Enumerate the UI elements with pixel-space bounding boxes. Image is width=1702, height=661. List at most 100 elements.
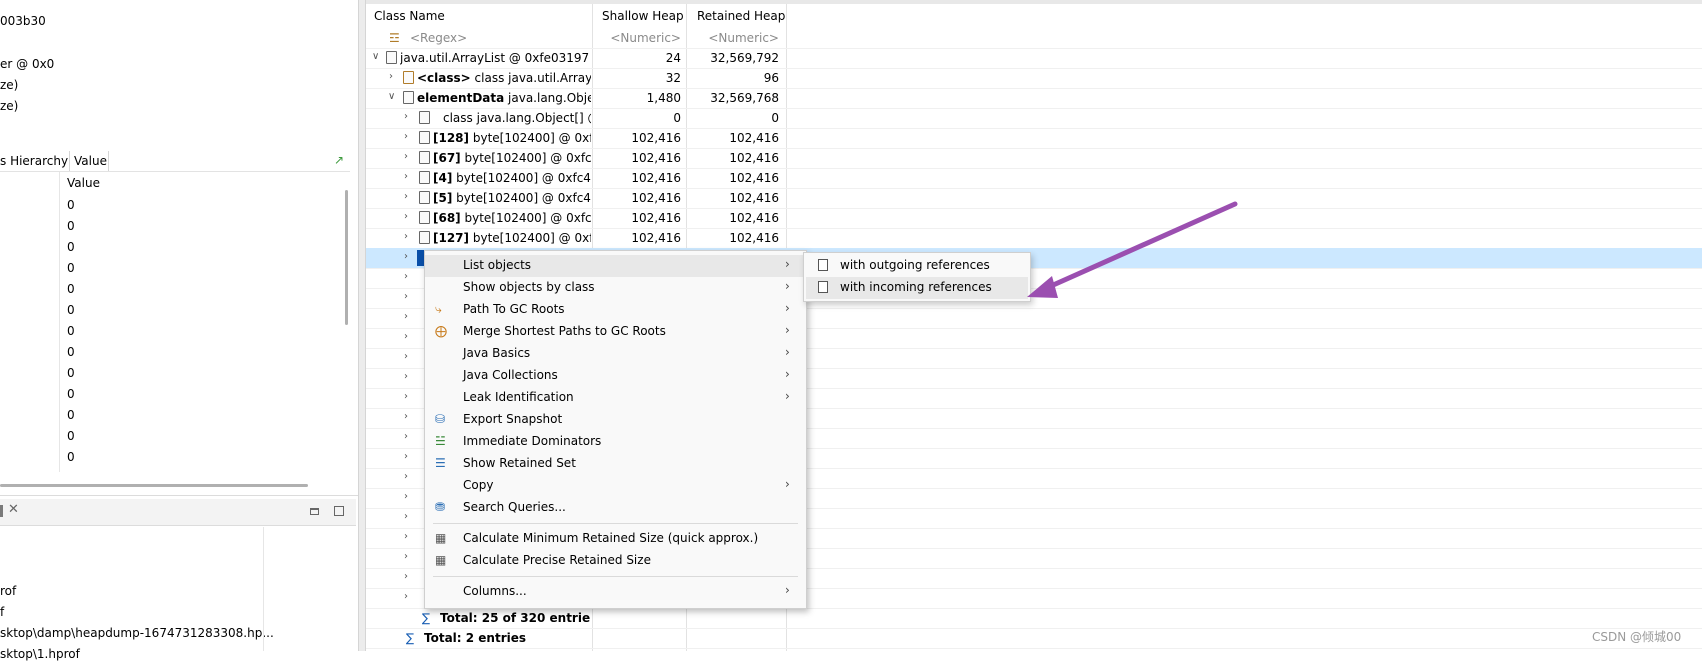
chevron-right-icon[interactable]: › [404,151,408,162]
chevron-right-icon[interactable]: › [404,431,408,442]
shallow-cell: 0 [673,111,681,125]
shallow-filter-input[interactable]: <Numeric> [597,31,681,45]
row-bold: elementData [417,91,505,105]
chevron-right-icon[interactable]: › [404,511,408,522]
vertical-scrollbar[interactable] [345,190,348,325]
maximize-icon[interactable] [334,506,344,516]
table-row[interactable]: › [4] byte[102400] @ 0xfc43 102,416 102,… [366,168,1702,189]
menu-item-list-objects[interactable]: List objects › [425,255,806,277]
chevron-right-icon[interactable]: › [389,71,393,82]
row-label: byte[102400] @ 0xfc4 [460,151,591,165]
table-row[interactable]: › <class> class java.util.ArrayLi 32 96 [366,68,1702,89]
menu-item-label: List objects [463,258,532,272]
horizontal-scrollbar[interactable] [0,484,308,487]
table-row[interactable]: › [128] byte[102400] @ 0xfc 102,416 102,… [366,128,1702,149]
menu-item-label: Export Snapshot [463,412,563,426]
close-icon[interactable]: ✕ [8,502,19,517]
chevron-down-icon[interactable]: ∨ [372,51,379,62]
menu-item-with-incoming-references[interactable]: with incoming references [806,277,1028,299]
hierarchy-column-header[interactable]: s Hierarchy [0,154,68,168]
calc-icon: ▦ [435,531,447,545]
value-cell: 0 [67,240,75,254]
regex-filter-input[interactable]: <Regex> [410,31,467,45]
panel-splitter[interactable] [358,0,366,651]
chevron-right-icon[interactable]: › [404,331,408,342]
class-name-header[interactable]: Class Name [374,9,445,23]
list-item[interactable]: f [0,605,4,619]
pin-icon[interactable]: ↗ [334,153,344,167]
chevron-right-icon[interactable]: › [404,471,408,482]
detail-line: ze) [0,78,19,92]
menu-item-copy[interactable]: Copy › [425,475,806,497]
menu-item-label: with outgoing references [840,258,990,272]
value-cell: 0 [67,366,75,380]
chevron-right-icon[interactable]: › [404,191,408,202]
menu-item-java-basics[interactable]: Java Basics › [425,343,806,365]
array-icon [403,91,414,104]
row-bold: [4] [433,171,453,185]
table-row[interactable]: › [68] byte[102400] @ 0xfc4 102,416 102,… [366,208,1702,229]
chevron-right-icon[interactable]: › [404,131,408,142]
retained-cell: 96 [763,71,779,85]
chevron-down-icon[interactable]: ∨ [388,91,395,102]
menu-item-leak-identification[interactable]: Leak Identification › [425,387,806,409]
menu-item-immediate-dominators[interactable]: ☱ Immediate Dominators [425,431,806,453]
table-row[interactable]: › [5] byte[102400] @ 0xfc44 102,416 102,… [366,188,1702,209]
chevron-right-icon[interactable]: › [404,251,408,262]
chevron-right-icon[interactable]: › [404,271,408,282]
menu-item-columns[interactable]: Columns... › [425,581,806,603]
retained-heap-header[interactable]: Retained Heap [697,9,785,23]
minimize-icon[interactable] [310,508,319,515]
chevron-right-icon[interactable]: › [404,591,408,602]
shallow-cell: 102,416 [631,231,681,245]
retained-filter-input[interactable]: <Numeric> [693,31,779,45]
value-cell: 0 [67,219,75,233]
value-cell: 0 [67,324,75,338]
shallow-cell: 102,416 [631,131,681,145]
row-bold: [5] [433,191,453,205]
menu-item-java-collections[interactable]: Java Collections › [425,365,806,387]
menu-item-export-snapshot[interactable]: ⛁ Export Snapshot [425,409,806,431]
chevron-right-icon[interactable]: › [404,351,408,362]
menu-item-show-objects-by-class[interactable]: Show objects by class › [425,277,806,299]
chevron-right-icon[interactable]: › [404,171,408,182]
chevron-right-icon[interactable]: › [404,491,408,502]
menu-item-label: Immediate Dominators [463,434,602,448]
chevron-right-icon[interactable]: › [404,291,408,302]
table-row[interactable]: › [127] byte[102400] @ 0xfc 102,416 102,… [366,228,1702,249]
chevron-right-icon[interactable]: › [404,391,408,402]
chevron-right-icon[interactable]: › [404,551,408,562]
chevron-right-icon[interactable]: › [404,451,408,462]
menu-item-calc-min-retained[interactable]: ▦ Calculate Minimum Retained Size (quick… [425,528,806,550]
chevron-right-icon[interactable]: › [404,111,408,122]
chevron-right-icon[interactable]: › [404,571,408,582]
menu-item-show-retained-set[interactable]: ☰ Show Retained Set [425,453,806,475]
menu-item-search-queries[interactable]: ⛃ Search Queries... [425,497,806,519]
chevron-right-icon[interactable]: › [404,411,408,422]
row-bold: <class> [417,71,471,85]
chevron-right-icon[interactable]: › [404,311,408,322]
table-row[interactable]: › class java.lang.Object[] @ 0 0 [366,108,1702,129]
menu-item-path-to-gc-roots[interactable]: ⤷ Path To GC Roots › [425,299,806,321]
chevron-right-icon: › [785,323,790,337]
chevron-right-icon[interactable]: › [404,231,408,242]
shallow-heap-header[interactable]: Shallow Heap [602,9,684,23]
table-row[interactable]: ∨ elementData java.lang.Objec 1,480 32,5… [366,88,1702,109]
chevron-right-icon[interactable]: › [404,531,408,542]
menu-item-with-outgoing-references[interactable]: with outgoing references [806,255,1028,277]
menu-item-calc-precise-retained[interactable]: ▦ Calculate Precise Retained Size [425,550,806,572]
value-column-header[interactable]: Value [74,154,107,168]
list-item[interactable]: rof [0,584,16,598]
file-list: rof f sktop\damp\heapdump-1674731283308.… [0,527,274,661]
incoming-references-icon [818,281,828,293]
chevron-right-icon[interactable]: › [404,211,408,222]
chevron-right-icon: › [785,257,790,271]
menu-item-merge-shortest-paths[interactable]: ⨁ Merge Shortest Paths to GC Roots › [425,321,806,343]
table-row[interactable]: › [67] byte[102400] @ 0xfc4 102,416 102,… [366,148,1702,169]
table-row[interactable]: ∨ java.util.ArrayList @ 0xfe031970 24 32… [366,48,1702,69]
menu-item-label: Search Queries... [463,500,566,514]
list-item[interactable]: sktop\damp\heapdump-1674731283308.hp... [0,626,274,640]
chevron-right-icon[interactable]: › [404,371,408,382]
list-item[interactable]: sktop\1.hprof [0,647,80,661]
attributes-header: s Hierarchy Value ↗ [0,151,350,172]
